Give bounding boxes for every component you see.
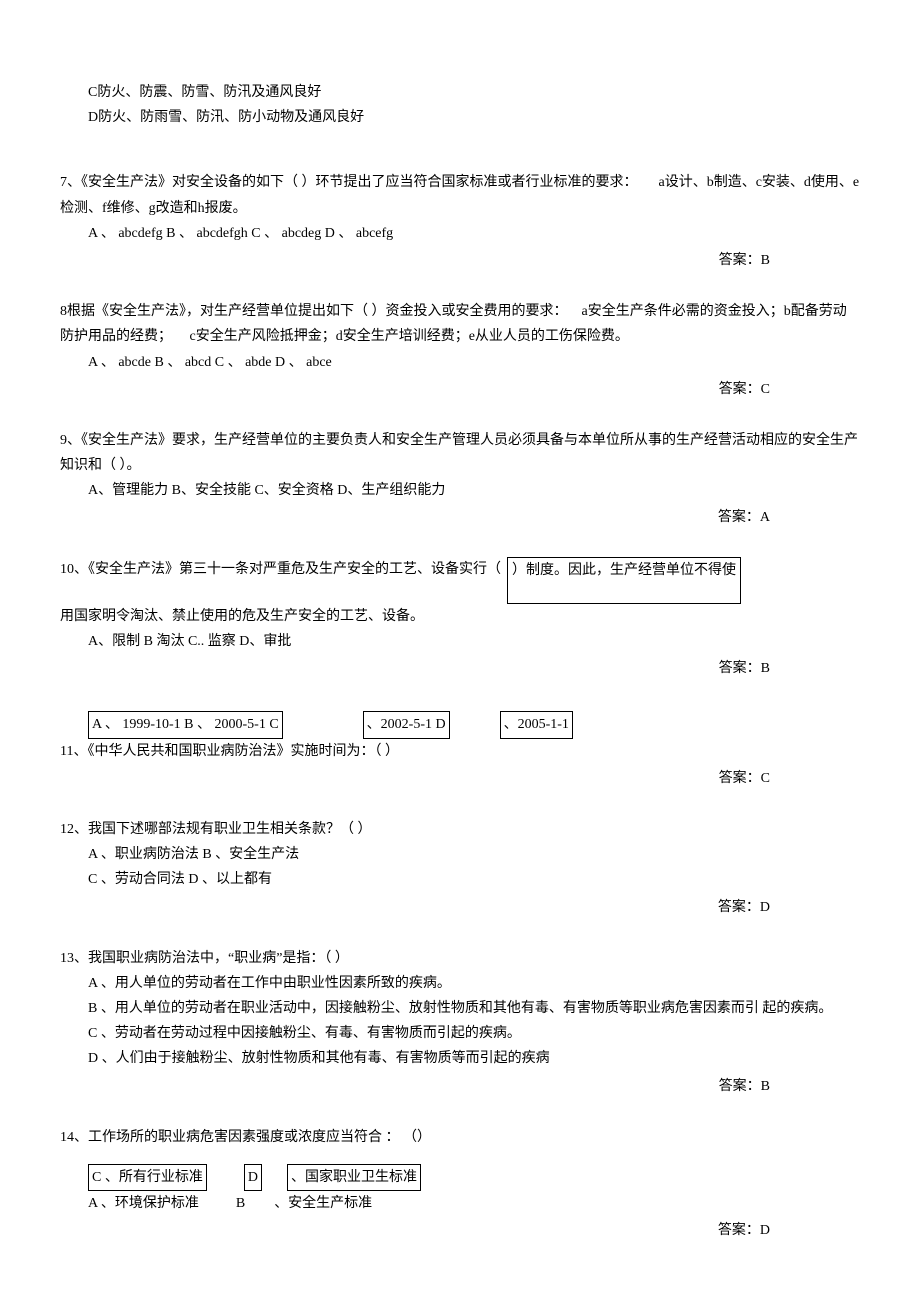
q14-box-c: C 、所有行业标准 — [88, 1164, 207, 1191]
q11-boxed-options: A 、 1999-10-1 B 、 2000-5-1 C 、2002-5-1 D… — [60, 711, 860, 738]
q10-stem-next: 用国家明令淘汰、禁止使用的危及生产安全的工艺、设备。 — [60, 604, 860, 629]
q14-opt-b-label: B — [236, 1196, 245, 1211]
q14-opt-b-text: 、安全生产标准 — [274, 1196, 372, 1211]
residual-option-c: C防火、防震、防雪、防汛及通风良好 — [60, 80, 860, 105]
q13-opt-c: C 、劳动者在劳动过程中因接触粉尘、有毒、有害物质而引起的疾病。 — [60, 1021, 860, 1046]
question-11: 11、《中华人民共和国职业病防治法》实施时间为：（ ） — [60, 739, 860, 764]
q9-answer: 答案：A — [60, 505, 860, 530]
q12-options-line1: A 、职业病防治法 B 、安全生产法 — [60, 842, 860, 867]
q7-answer: 答案：B — [60, 248, 860, 273]
q8-stem-a: 8根据《安全生产法》，对生产经营单位提出如下（ ）资金投入或安全费用的要求： — [60, 304, 568, 319]
residual-option-d: D防火、防雨雪、防汛、防小动物及通风良好 — [60, 105, 860, 130]
q12-answer: 答案：D — [60, 895, 860, 920]
q9-options: A、管理能力 B、安全技能 C、安全资格 D、生产组织能力 — [60, 478, 860, 503]
q14-row2: A 、环境保护标准 B 、安全生产标准 — [60, 1191, 860, 1216]
q8-stem-c: c安全生产风险抵押金；d安全生产培训经费；e从业人员的工伤保险费。 — [190, 329, 629, 344]
q13-opt-b: B 、用人单位的劳动者在职业活动中，因接触粉尘、放射性物质和其他有毒、有害物质等… — [60, 996, 860, 1021]
q12-options-line2: C 、劳动合同法 D 、以上都有 — [60, 867, 860, 892]
question-8: 8根据《安全生产法》，对生产经营单位提出如下（ ）资金投入或安全费用的要求： a… — [60, 299, 860, 349]
question-13: 13、我国职业病防治法中，“职业病”是指：（ ） — [60, 946, 860, 971]
q7-options: A 、 abcdefg B 、 abcdefgh C 、 abcdeg D 、 … — [60, 221, 860, 246]
q7-stem-a: 7、《安全生产法》对安全设备的如下（ ）环节提出了应当符合国家标准或者行业标准的… — [60, 175, 638, 190]
q13-opt-d: D 、人们由于接触粉尘、放射性物质和其他有毒、有害物质等而引起的疾病 — [60, 1046, 860, 1071]
question-10: 10、《安全生产法》第三十一条对严重危及生产安全的工艺、设备实行（ ）制度。因此… — [60, 557, 860, 629]
question-7: 7、《安全生产法》对安全设备的如下（ ）环节提出了应当符合国家标准或者行业标准的… — [60, 170, 860, 220]
q11-box1: A 、 1999-10-1 B 、 2000-5-1 C — [88, 711, 283, 738]
q8-options: A 、 abcde B 、 abcd C 、 abde D 、 abce — [60, 350, 860, 375]
q10-stem-left: 10、《安全生产法》第三十一条对严重危及生产安全的工艺、设备实行（ — [60, 557, 501, 582]
question-9: 9、《安全生产法》要求，生产经营单位的主要负责人和安全生产管理人员必须具备与本单… — [60, 428, 860, 478]
question-12: 12、我国下述哪部法规有职业卫生相关条款？（ ） — [60, 817, 860, 842]
q14-box-d-label: D — [244, 1164, 262, 1191]
q14-answer: 答案：D — [60, 1218, 860, 1243]
q10-options: A、限制 B 淘汰 C.. 监察 D、审批 — [60, 629, 860, 654]
q10-stem-box: ）制度。因此，生产经营单位不得使 — [507, 557, 741, 604]
q11-answer: 答案：C — [60, 766, 860, 791]
q10-answer: 答案：B — [60, 656, 860, 681]
q14-box-d-text: 、国家职业卫生标准 — [287, 1164, 421, 1191]
q14-opt-a: A 、环境保护标准 — [88, 1196, 199, 1211]
q13-answer: 答案：B — [60, 1074, 860, 1099]
q13-opt-a: A 、用人单位的劳动者在工作中由职业性因素所致的疾病。 — [60, 971, 860, 996]
q11-box2: 、2002-5-1 D — [363, 711, 450, 738]
question-14: 14、工作场所的职业病危害因素强度或浓度应当符合 ： （） — [60, 1125, 860, 1150]
q8-answer: 答案：C — [60, 377, 860, 402]
q14-row1: C 、所有行业标准 D 、国家职业卫生标准 — [60, 1164, 860, 1191]
q11-box3: 、2005-1-1 — [500, 711, 573, 738]
